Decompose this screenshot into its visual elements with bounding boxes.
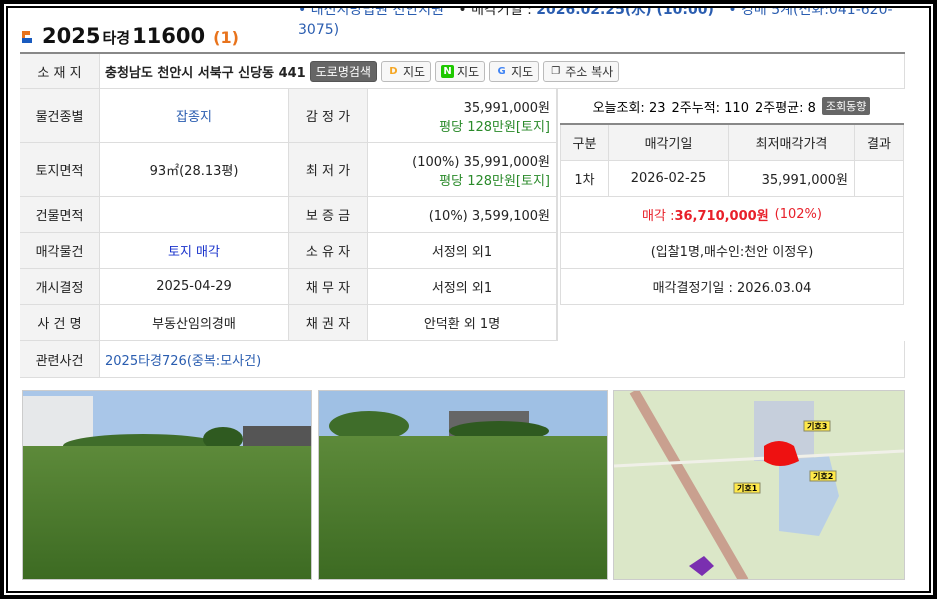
debtor-label: 채 무 자 <box>289 269 368 305</box>
sale-date: • 매각기일 : 2026.02.25(水) (10:00) <box>458 8 714 18</box>
bidder-info: (입찰1명,매수인:천안 이정우) <box>560 233 904 269</box>
court: • 대전지방법원 천안지원 <box>298 8 444 18</box>
item-value-link[interactable]: 토지 매각 <box>100 233 289 269</box>
deposit-value: (10%) 3,599,100원 <box>368 197 557 233</box>
round: 1차 <box>560 161 609 197</box>
col-round: 구분 <box>560 125 609 161</box>
court-info: • 대전지방법원 천안지원 • 매각기일 : 2026.02.25(水) (10… <box>298 8 898 40</box>
two-week-avg: 2주평균: 8 <box>754 100 816 116</box>
cadastral-map-image: 기호1 기호2 기호3 <box>614 391 904 579</box>
marker-1: 기호1 <box>737 483 758 493</box>
col-price: 최저매각가격 <box>729 125 855 161</box>
view-trend-button[interactable]: 조회동향 <box>821 97 871 115</box>
creditor-label: 채 권 자 <box>289 305 368 341</box>
field-photo-image <box>23 391 311 579</box>
col-date: 매각기일 <box>609 125 729 161</box>
marker-2: 기호2 <box>813 471 833 481</box>
google-icon: G <box>497 65 506 77</box>
start-label: 개시결정 <box>20 269 100 305</box>
owner-value: 서정의 외1 <box>368 233 557 269</box>
naver-map-button[interactable]: N 지도 <box>435 60 486 82</box>
road-search-button[interactable]: 도로명검색 <box>309 60 377 82</box>
type-value: 잡종지 <box>100 89 289 143</box>
owner-label: 소 유 자 <box>289 233 368 269</box>
property-photo-1[interactable] <box>22 390 312 580</box>
property-photo-2[interactable] <box>318 390 608 580</box>
min-price: 35,991,000원 <box>729 161 855 197</box>
location-value: 충청남도 천안시 서북구 신당동 441 도로명검색 D 지도 N 지도 G 지도 ❐… <box>100 54 905 89</box>
building-value <box>100 197 289 233</box>
min-price-label: 최 저 가 <box>289 143 368 197</box>
deposit-label: 보 증 금 <box>289 197 368 233</box>
two-week-views: 2주누적: 110 <box>671 100 749 116</box>
debtor-value: 서정의 외1 <box>368 269 557 305</box>
schedule-table: 구분 매각기일 최저매각가격 결과 1차 2026-02-25 35,991,0… <box>560 123 904 305</box>
decision-date: 매각결정기일 : 2026.03.04 <box>560 269 904 305</box>
daum-icon: D <box>389 65 398 77</box>
related-case-link[interactable]: 2025타경726(중복:모사건) <box>100 341 905 378</box>
sold-result: 매각 : 36,710,000원 (102%) <box>560 197 904 233</box>
land-label: 토지면적 <box>20 143 100 197</box>
daum-map-button[interactable]: D 지도 <box>380 60 432 82</box>
min-price-value: (100%) 35,991,000원 평당 128만원[토지] <box>368 143 557 197</box>
case-name-value: 부동산임의경매 <box>100 305 289 341</box>
naver-icon: N <box>441 64 455 78</box>
site-logo-icon <box>22 31 32 43</box>
auction-detail-page: • 대전지방법원 천안지원 • 매각기일 : 2026.02.25(水) (10… <box>8 8 929 591</box>
location-label: 소 재 지 <box>20 54 100 89</box>
view-stats: 오늘조회: 23 2주누적: 110 2주평균: 8 조회동향 <box>558 89 905 123</box>
today-views: 오늘조회: 23 <box>592 100 666 116</box>
location-map[interactable]: 기호1 기호2 기호3 <box>613 390 905 580</box>
building-label: 건물면적 <box>20 197 100 233</box>
copy-icon: ❐ <box>551 65 561 77</box>
property-table: 소 재 지 충청남도 천안시 서북구 신당동 441 도로명검색 D 지도 N 지도… <box>20 52 905 378</box>
start-value: 2025-04-29 <box>100 269 289 305</box>
appraisal-label: 감 정 가 <box>289 89 368 143</box>
result <box>855 161 904 197</box>
google-map-button[interactable]: G 지도 <box>489 60 540 82</box>
land-value: 93㎡(28.13평) <box>100 143 289 197</box>
case-title: 2025 타경 11600 (1) <box>20 24 239 48</box>
sale-date: 2026-02-25 <box>609 161 729 197</box>
copy-address-button[interactable]: ❐ 주소 복사 <box>543 60 620 82</box>
address: 충청남도 천안시 서북구 신당동 441 <box>105 65 306 81</box>
case-name-label: 사 건 명 <box>20 305 100 341</box>
related-label: 관련사건 <box>20 341 100 378</box>
col-result: 결과 <box>855 125 904 161</box>
type-label: 물건종별 <box>20 89 100 143</box>
creditor-value: 안덕환 외 1명 <box>368 305 557 341</box>
marker-3: 기호3 <box>807 421 827 431</box>
sale-panel: 오늘조회: 23 2주누적: 110 2주평균: 8 조회동향 구분 매각기일 … <box>557 89 905 341</box>
appraisal-value: 35,991,000원 평당 128만원[토지] <box>368 89 557 143</box>
field-photo-image <box>319 391 607 579</box>
item-label: 매각물건 <box>20 233 100 269</box>
